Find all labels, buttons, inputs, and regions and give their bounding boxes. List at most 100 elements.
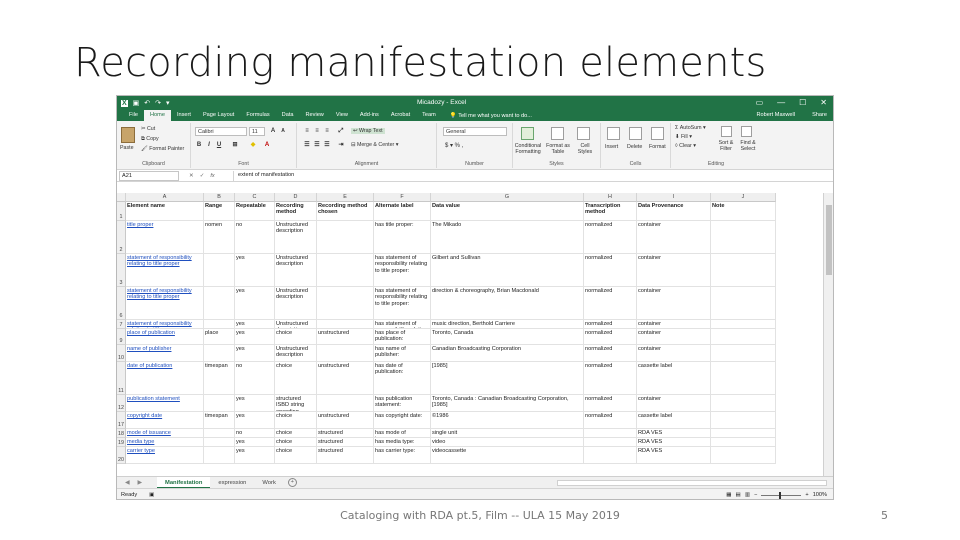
font-name-select[interactable]: Calibri xyxy=(195,127,247,136)
table-cell[interactable]: Unstructured description xyxy=(275,287,317,320)
table-cell[interactable]: structured xyxy=(317,429,374,438)
paste-icon[interactable] xyxy=(121,127,135,143)
tab-insert[interactable]: Insert xyxy=(171,110,197,121)
column-header[interactable]: I xyxy=(637,193,711,202)
row-header[interactable]: 6 xyxy=(117,287,126,320)
fill-button[interactable]: ⬇ Fill ▾ xyxy=(675,134,692,140)
table-cell[interactable]: Canadian Broadcasting Corporation xyxy=(431,345,584,362)
indent-icon[interactable]: ⇥ xyxy=(337,141,345,149)
table-cell[interactable]: RDA VES xyxy=(637,429,711,438)
table-cell[interactable]: video xyxy=(431,438,584,447)
horizontal-scrollbar[interactable] xyxy=(557,480,827,486)
redo-icon[interactable]: ↷ xyxy=(155,99,161,107)
table-cell[interactable]: no xyxy=(235,362,275,395)
delete-cells-icon[interactable] xyxy=(629,127,642,140)
decrease-font-icon[interactable]: A xyxy=(279,127,287,135)
table-cell[interactable]: yes xyxy=(235,412,275,429)
row-header[interactable]: 3 xyxy=(117,254,126,287)
table-cell[interactable] xyxy=(711,447,776,464)
table-cell[interactable]: name of publisher xyxy=(126,345,204,362)
column-header[interactable]: B xyxy=(204,193,235,202)
scroll-thumb[interactable] xyxy=(826,205,832,275)
tab-page-layout[interactable]: Page Layout xyxy=(197,110,240,121)
table-cell[interactable]: nomen xyxy=(204,221,235,254)
column-header[interactable]: A xyxy=(126,193,204,202)
table-cell[interactable] xyxy=(204,345,235,362)
row-header[interactable]: 19 xyxy=(117,438,126,447)
table-cell[interactable]: Unstructured description xyxy=(275,345,317,362)
column-header[interactable]: F xyxy=(374,193,431,202)
column-header[interactable]: H xyxy=(584,193,637,202)
sheet-tab-manifestation[interactable]: Manifestation xyxy=(157,476,211,489)
format-painter-button[interactable]: 🖌 Format Painter xyxy=(141,146,184,152)
row-header[interactable]: 20 xyxy=(117,447,126,464)
table-cell[interactable]: container xyxy=(637,345,711,362)
table-cell[interactable]: has publication statement: xyxy=(374,395,431,412)
column-header[interactable]: D xyxy=(275,193,317,202)
table-cell[interactable] xyxy=(711,362,776,395)
table-cell[interactable]: yes xyxy=(235,320,275,329)
conditional-formatting-button[interactable]: Conditional Formatting xyxy=(513,143,543,155)
table-cell[interactable]: place of publication xyxy=(126,329,204,345)
undo-icon[interactable]: ↶ xyxy=(144,99,150,107)
table-cell[interactable] xyxy=(711,221,776,254)
table-cell[interactable]: yes xyxy=(235,395,275,412)
table-cell[interactable]: statement of responsibility relating to … xyxy=(126,320,204,329)
row-header[interactable]: 2 xyxy=(117,221,126,254)
table-cell[interactable]: structured xyxy=(317,438,374,447)
spreadsheet-grid[interactable]: A B C D E F G H I J 1 Element name Range Repeatable Re… xyxy=(117,193,825,476)
close-icon[interactable]: ✕ xyxy=(820,98,827,107)
borders-icon[interactable]: ⊞ xyxy=(231,141,239,149)
number-format-buttons[interactable]: $ ▾ % , xyxy=(445,142,463,149)
macro-record-icon[interactable]: ▣ xyxy=(149,492,154,498)
row-header[interactable]: 17 xyxy=(117,412,126,429)
underline-icon[interactable]: U xyxy=(215,141,223,149)
table-cell[interactable]: carrier type xyxy=(126,447,204,464)
sort-filter-icon[interactable] xyxy=(721,126,732,137)
table-cell[interactable] xyxy=(317,287,374,320)
next-sheet-icon[interactable]: ▶ xyxy=(137,480,141,486)
enter-icon[interactable]: ✓ xyxy=(200,173,205,179)
table-cell[interactable]: normalized xyxy=(584,345,637,362)
table-cell[interactable]: Toronto, Canada : Canadian Broadcasting … xyxy=(431,395,584,412)
table-cell[interactable] xyxy=(711,412,776,429)
table-cell[interactable]: choice xyxy=(275,412,317,429)
table-cell[interactable] xyxy=(204,438,235,447)
table-cell[interactable]: date of publication xyxy=(126,362,204,395)
table-cell[interactable]: container xyxy=(637,254,711,287)
table-cell[interactable]: title proper xyxy=(126,221,204,254)
clear-button[interactable]: ◊ Clear ▾ xyxy=(675,143,696,149)
tell-me-search[interactable]: 💡 Tell me what you want to do... xyxy=(450,113,532,119)
table-cell[interactable]: yes xyxy=(235,345,275,362)
table-cell[interactable]: choice xyxy=(275,429,317,438)
table-cell[interactable]: single unit xyxy=(431,429,584,438)
row-header[interactable]: 12 xyxy=(117,395,126,412)
table-cell[interactable] xyxy=(204,320,235,329)
insert-cells-icon[interactable] xyxy=(607,127,620,140)
table-cell[interactable]: has copyright date: xyxy=(374,412,431,429)
column-header[interactable]: E xyxy=(317,193,374,202)
italic-icon[interactable]: I xyxy=(205,141,213,149)
table-cell[interactable]: The Mikado xyxy=(431,221,584,254)
share-button[interactable]: Share xyxy=(812,110,827,121)
table-cell[interactable] xyxy=(711,395,776,412)
row-header[interactable]: 10 xyxy=(117,345,126,362)
normal-view-icon[interactable]: ▦ xyxy=(726,492,731,498)
function-icon[interactable]: fx xyxy=(210,173,214,179)
tab-view[interactable]: View xyxy=(330,110,354,121)
table-cell[interactable]: container xyxy=(637,329,711,345)
conditional-formatting-icon[interactable] xyxy=(521,127,534,140)
table-cell[interactable]: place xyxy=(204,329,235,345)
table-cell[interactable] xyxy=(317,254,374,287)
column-header[interactable]: G xyxy=(431,193,584,202)
table-cell[interactable] xyxy=(584,438,637,447)
table-cell[interactable]: has date of publication: xyxy=(374,362,431,395)
maximize-icon[interactable]: ☐ xyxy=(799,98,806,107)
cell-styles-button[interactable]: Cell Styles xyxy=(573,143,597,155)
cell-styles-icon[interactable] xyxy=(577,127,590,140)
table-cell[interactable]: unstructured xyxy=(317,329,374,345)
align-top-icon[interactable]: ≡ xyxy=(303,127,311,135)
row-header[interactable]: 18 xyxy=(117,429,126,438)
table-cell[interactable]: has statement of responsibility relating… xyxy=(374,254,431,287)
zoom-slider-handle[interactable] xyxy=(779,491,782,499)
